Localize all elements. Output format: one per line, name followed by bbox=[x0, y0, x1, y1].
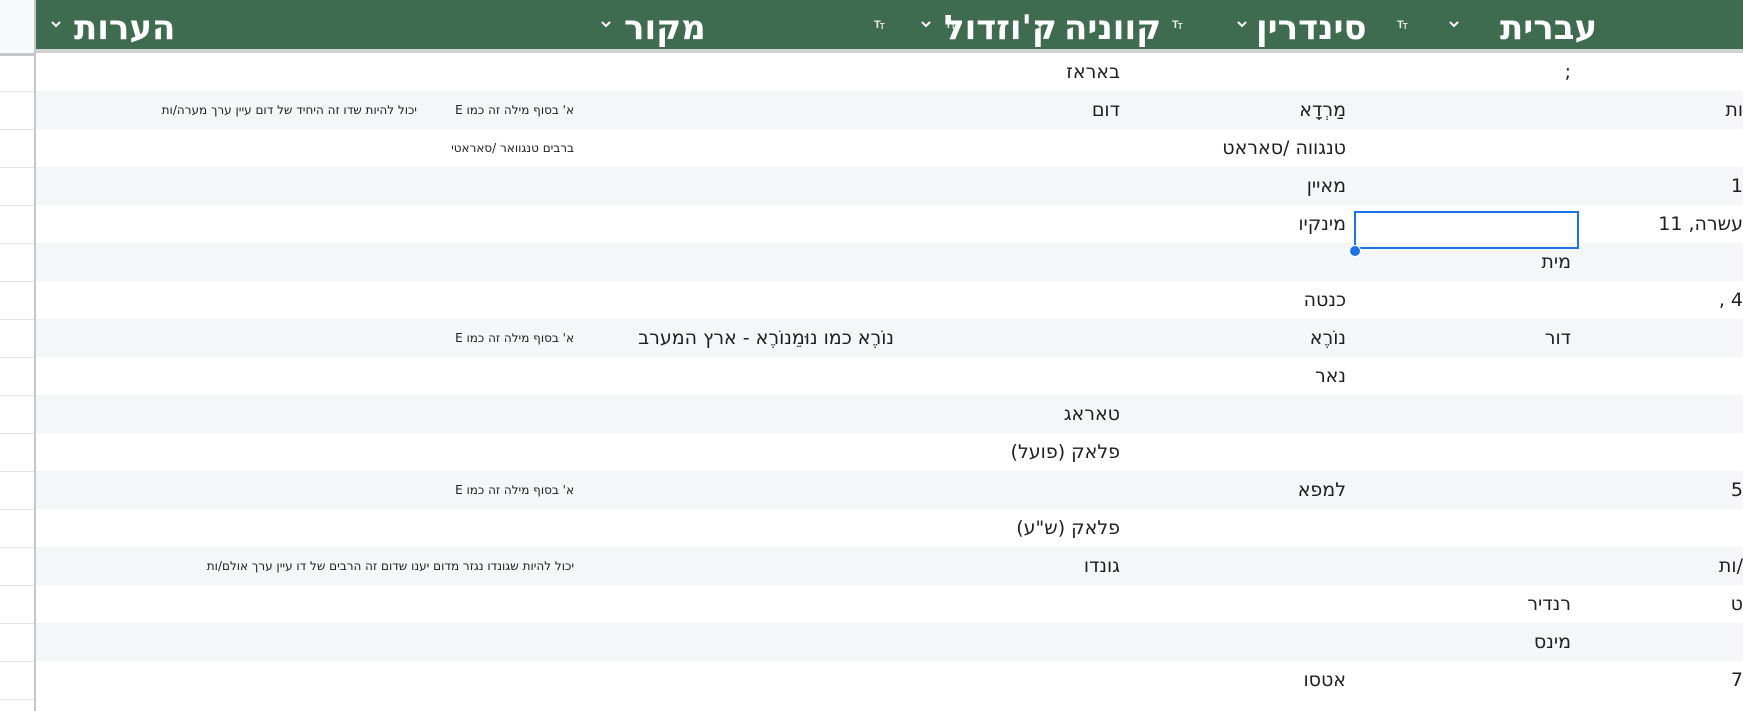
table-row[interactable]: פלאק (פועל) bbox=[36, 433, 1743, 471]
cell-notes-a[interactable]: א' בסוף מילה זה כמו E bbox=[455, 471, 574, 509]
gutter-line bbox=[0, 91, 34, 92]
column-title-khuzdul: ק'וזדול bbox=[944, 8, 1057, 48]
cell-sindarin[interactable]: דור bbox=[1545, 319, 1571, 357]
cell-hebrew[interactable]: עשרה, 11 bbox=[1658, 205, 1743, 243]
cell-quenya[interactable]: אטסו bbox=[1303, 661, 1346, 699]
cell-quenya[interactable]: מאיין bbox=[1307, 167, 1346, 205]
gutter-line bbox=[0, 281, 34, 282]
gutter-line bbox=[0, 623, 34, 624]
row-number-gutter[interactable] bbox=[0, 0, 36, 711]
cell-quenya[interactable]: נאר bbox=[1315, 357, 1346, 395]
gutter-line bbox=[0, 395, 34, 396]
table-row[interactable]: ט רנדיר bbox=[36, 585, 1743, 623]
table-row[interactable]: ות מַרְדָא דום א' בסוף מילה זה כמו E יכול לה… bbox=[36, 91, 1743, 129]
table-row[interactable]: טנגווה /סאראט ברבים טנגוואר /סאראטי bbox=[36, 129, 1743, 167]
selected-cell[interactable] bbox=[1354, 211, 1579, 249]
gutter-header bbox=[0, 0, 34, 56]
table-row[interactable]: נאר bbox=[36, 357, 1743, 395]
chevron-down-icon[interactable] bbox=[50, 18, 62, 30]
cell-hebrew[interactable]: 5 bbox=[1731, 471, 1743, 509]
cell-quenya[interactable]: למפא bbox=[1298, 471, 1346, 509]
cell-sindarin[interactable]: ; bbox=[1565, 53, 1571, 91]
column-header-quenya[interactable] bbox=[1035, 0, 1312, 49]
cell-quenya[interactable]: כנטה bbox=[1304, 281, 1346, 319]
gutter-line bbox=[0, 471, 34, 472]
table-row[interactable]: מינס bbox=[36, 623, 1743, 661]
table-row[interactable]: דור נוֹרֶא נוֹרֶא כמו נוּמֵנוֹרֶא - ארץ המ… bbox=[36, 319, 1743, 357]
cell-quenya[interactable]: מינקיו bbox=[1298, 205, 1346, 243]
gutter-line bbox=[0, 509, 34, 510]
cell-khuzdul[interactable]: דום bbox=[1092, 91, 1120, 129]
cell-quenya[interactable]: טנגווה /סאראט bbox=[1222, 129, 1346, 167]
table-row[interactable]: 4 , כנטה bbox=[36, 281, 1743, 319]
cell-khuzdul[interactable]: פלאק (פועל) bbox=[1011, 433, 1120, 471]
column-title-source: מקור bbox=[624, 8, 706, 48]
table-row[interactable]: 1 מאיין bbox=[36, 167, 1743, 205]
chevron-down-icon[interactable] bbox=[1448, 18, 1460, 30]
cell-notes-a[interactable]: ברבים טנגוואר /סאראטי bbox=[451, 129, 574, 167]
gutter-line bbox=[0, 205, 34, 206]
column-title-notes: הערות bbox=[74, 8, 176, 48]
gutter-line bbox=[0, 661, 34, 662]
cell-notes-a[interactable]: א' בסוף מילה זה כמו E bbox=[455, 319, 574, 357]
cell-hebrew[interactable]: 1 bbox=[1731, 167, 1743, 205]
gutter-line bbox=[0, 433, 34, 434]
table-row[interactable]: טאראג bbox=[36, 395, 1743, 433]
gutter-line bbox=[0, 547, 34, 548]
cell-notes-a[interactable]: יכול להיות שגונדו נגזר מדום יענו שדום זה… bbox=[207, 547, 574, 585]
cell-hebrew[interactable]: ט bbox=[1731, 585, 1743, 623]
cell-quenya[interactable]: מַרְדָא bbox=[1299, 91, 1346, 129]
cell-sindarin[interactable]: מינס bbox=[1534, 623, 1571, 661]
cell-khuzdul[interactable]: גונדו bbox=[1084, 547, 1120, 585]
column-title-quenya: קווניה bbox=[1064, 8, 1162, 48]
table-header: עברית TT סינדרין TT קווניה TT ק'וזדול TT… bbox=[34, 0, 1743, 53]
text-type-icon: TT bbox=[874, 19, 885, 31]
chevron-down-icon[interactable] bbox=[920, 18, 932, 30]
table-row[interactable]: ; באראז bbox=[36, 53, 1743, 91]
gutter-line bbox=[0, 129, 34, 130]
column-title-hebrew: עברית bbox=[1500, 8, 1598, 48]
table-row[interactable]: 5 למפא א' בסוף מילה זה כמו E bbox=[36, 471, 1743, 509]
cell-source[interactable]: נוֹרֶא כמו נוּמֵנוֹרֶא - ארץ המערב bbox=[638, 319, 894, 357]
cell-sindarin[interactable]: רנדיר bbox=[1527, 585, 1571, 623]
fill-handle[interactable] bbox=[1349, 245, 1361, 257]
cell-quenya[interactable]: נוֹרֶא bbox=[1310, 319, 1346, 357]
gutter-line bbox=[0, 357, 34, 358]
table-row[interactable]: פלאק (ש"ע) bbox=[36, 509, 1743, 547]
cell-hebrew[interactable]: 4 , bbox=[1719, 281, 1743, 319]
gutter-line bbox=[0, 699, 34, 700]
cell-hebrew[interactable]: 7 bbox=[1731, 661, 1743, 699]
cell-hebrew[interactable]: ות bbox=[1725, 91, 1743, 129]
cell-hebrew[interactable]: /ות bbox=[1719, 547, 1743, 585]
cell-khuzdul[interactable]: באראז bbox=[1066, 53, 1120, 91]
gutter-line bbox=[0, 167, 34, 168]
gutter-line bbox=[0, 243, 34, 244]
gutter-line bbox=[0, 585, 34, 586]
chevron-down-icon[interactable] bbox=[600, 18, 612, 30]
cell-notes-a[interactable]: א' בסוף מילה זה כמו E bbox=[455, 91, 574, 129]
cell-notes-b[interactable]: יכול להיות שדו זה היחיד של דום עיין ערך … bbox=[162, 91, 417, 129]
gutter-line bbox=[0, 319, 34, 320]
table-row[interactable]: /ות גונדו יכול להיות שגונדו נגזר מדום יענו… bbox=[36, 547, 1743, 585]
column-header-hebrew[interactable]: עברית bbox=[1430, 0, 1743, 49]
cell-khuzdul[interactable]: טאראג bbox=[1064, 395, 1120, 433]
table-row[interactable]: 7 אטסו bbox=[36, 661, 1743, 699]
cell-khuzdul[interactable]: פלאק (ש"ע) bbox=[1016, 509, 1120, 547]
